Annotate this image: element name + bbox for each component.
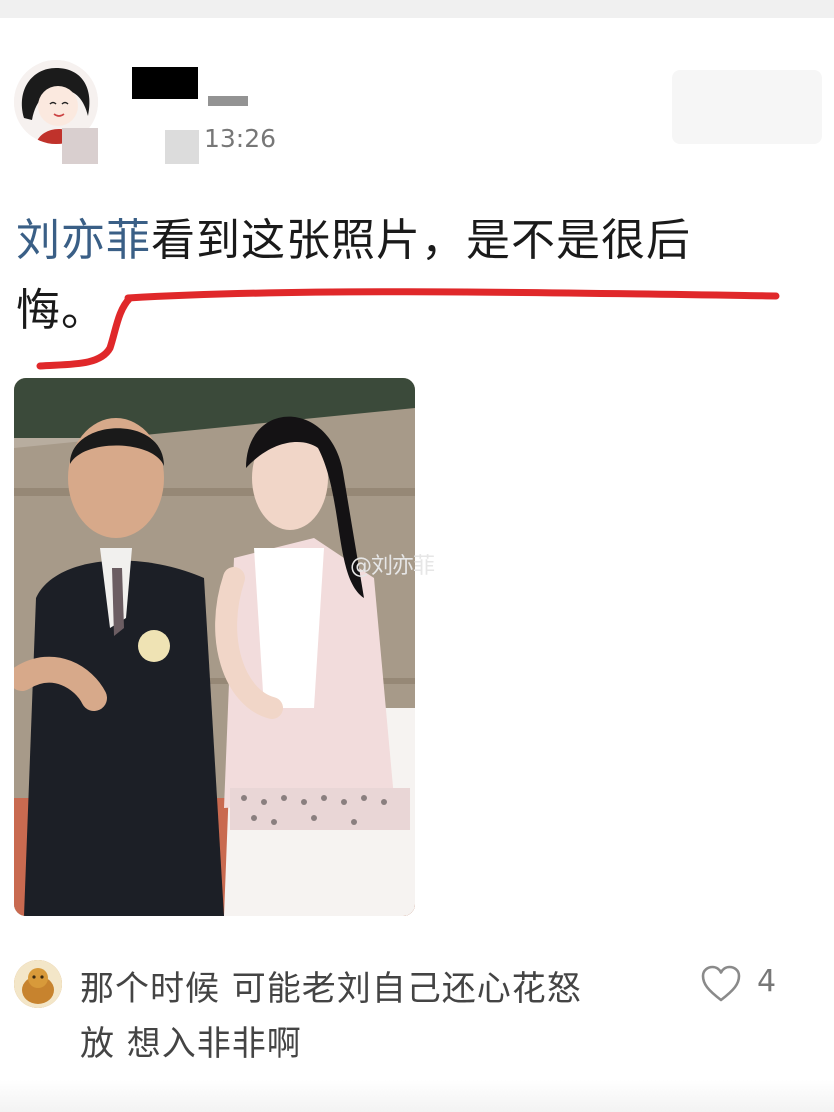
post-photo[interactable] — [14, 378, 415, 916]
device-badge-blur — [165, 130, 199, 164]
comment-text: 那个时候 可能老刘自己还心花怒 放 想入非非啊 — [80, 962, 670, 1072]
post-text-line1: 看到这张照片，是不是很后 — [151, 215, 691, 266]
event-photo-image — [14, 378, 415, 916]
comment-text-line2: 放 想入非非啊 — [80, 1024, 302, 1064]
comment-text-line1: 那个时候 可能老刘自己还心花怒 — [80, 969, 582, 1009]
image-watermark: @刘亦菲 — [350, 554, 435, 579]
username-redacted[interactable] — [132, 67, 198, 99]
like-count: 4 — [757, 964, 777, 999]
avatar-badge-blur — [62, 128, 98, 164]
top-status-strip — [0, 0, 834, 18]
heart-outline-icon[interactable] — [700, 964, 742, 1004]
post-text: 刘亦菲看到这张照片，是不是很后 悔。 — [16, 206, 816, 346]
golden-figurine-avatar-icon — [14, 960, 62, 1008]
username-tail-blur — [208, 96, 248, 106]
post-text-line2: 悔。 — [16, 285, 106, 336]
post-timestamp: 13:26 — [204, 124, 277, 153]
bottom-edge — [0, 1080, 834, 1112]
mention-link[interactable]: 刘亦菲 — [16, 215, 151, 266]
commenter-avatar[interactable] — [14, 960, 62, 1008]
follow-button-blurred[interactable] — [672, 70, 822, 144]
